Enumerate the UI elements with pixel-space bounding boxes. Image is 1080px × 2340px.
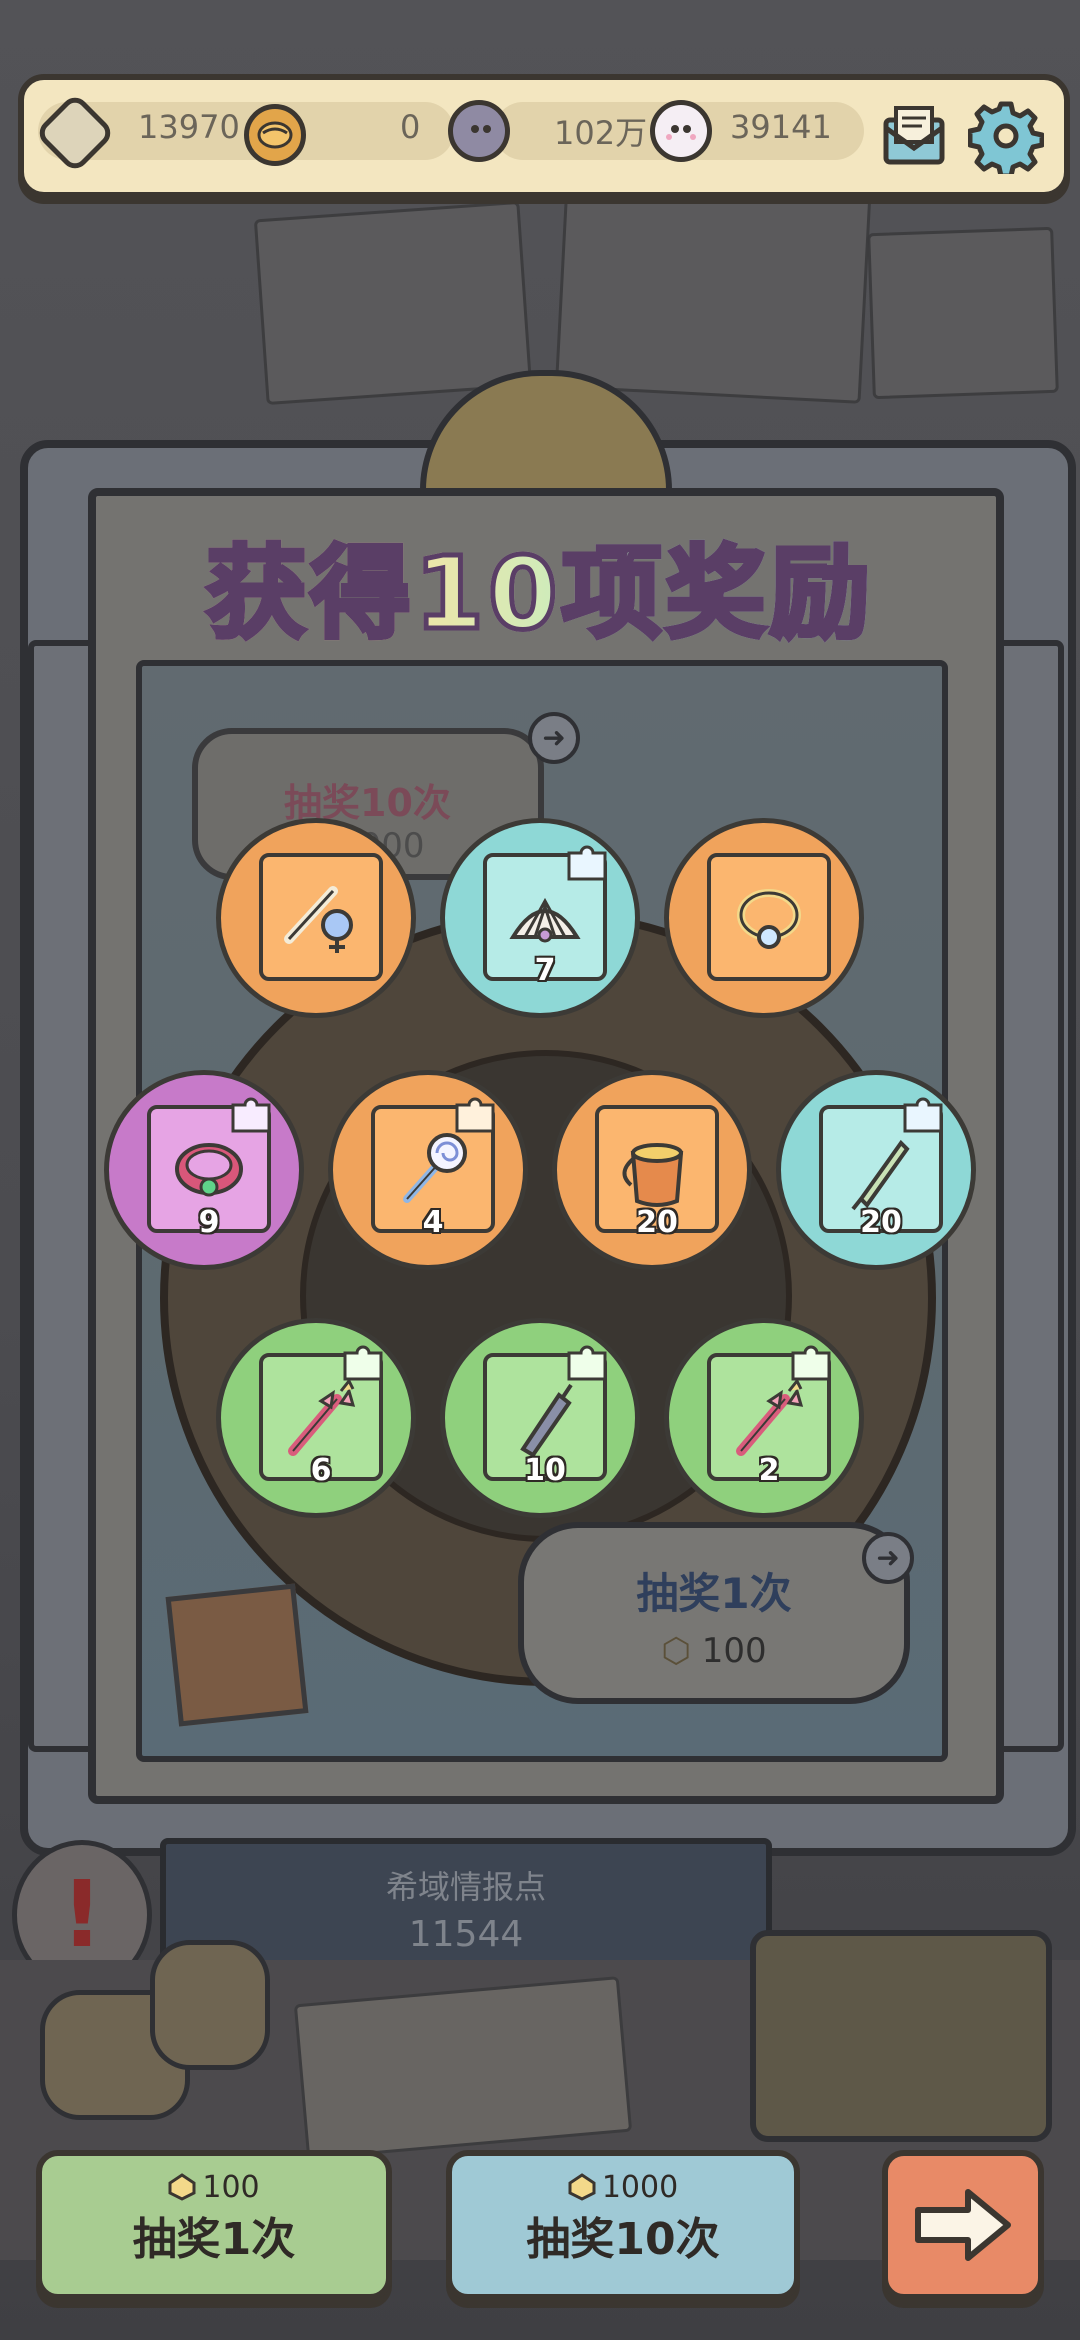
- reward-count: 9: [198, 1205, 220, 1240]
- reward-token[interactable]: 6: [216, 1318, 416, 1518]
- reward-count: 6: [310, 1453, 332, 1488]
- lollipop-wand-icon: [403, 1133, 467, 1203]
- reward-count: 7: [534, 953, 556, 988]
- gem-count: 13970: [138, 108, 240, 146]
- ornate-wand-icon: [284, 886, 353, 953]
- draw1-wheel-label: 抽奖1次: [636, 1569, 792, 1618]
- reward-count: 20: [860, 1205, 902, 1240]
- gem-bracelet-icon: [175, 1143, 243, 1197]
- reward-token[interactable]: 10: [440, 1318, 640, 1518]
- reward-token[interactable]: 9: [104, 1070, 304, 1270]
- arrow-right-icon: [915, 2189, 1011, 2261]
- reward-token[interactable]: 20: [776, 1070, 976, 1270]
- draw-ten-button[interactable]: 1000 抽奖10次: [446, 2150, 800, 2300]
- gem-icon: ⬡: [661, 1631, 691, 1671]
- reward-count: 20: [636, 1205, 678, 1240]
- arrow-right-icon: ➜: [528, 712, 580, 764]
- reward-token[interactable]: 4: [328, 1070, 528, 1270]
- draw-once-cost-value: 100: [202, 2170, 260, 2205]
- gear-icon[interactable]: [967, 98, 1045, 179]
- wall-paper: [253, 200, 533, 406]
- umbrella-icon: [851, 1139, 910, 1211]
- wall-paper: [554, 182, 872, 404]
- bow-wand-icon: [288, 1378, 356, 1456]
- reward-token[interactable]: [664, 818, 864, 1018]
- pearl-ring-icon: [737, 889, 801, 949]
- coin-icon: [244, 104, 306, 166]
- wall-paper: [867, 226, 1059, 400]
- draw-ten-label: 抽奖10次: [526, 2214, 720, 2265]
- paint-bucket-icon: [622, 1143, 684, 1207]
- gem-icon: [568, 2173, 596, 2201]
- draw-once-cost: 100: [42, 2170, 386, 2205]
- draw1-wheel-button: 抽奖1次 ⬡ 100 ➜: [518, 1522, 914, 1704]
- coin-count: 0: [400, 108, 421, 146]
- reward-count: 4: [422, 1205, 444, 1240]
- bow-wand-icon: [736, 1378, 804, 1456]
- reward-count: 2: [758, 1453, 780, 1488]
- stamp-card: [165, 1583, 309, 1727]
- draw-ten-cost-value: 1000: [601, 2170, 679, 2205]
- arrow-right-icon: ➜: [862, 1532, 914, 1584]
- closed-umbrella-icon: [520, 1383, 573, 1458]
- draw-ten-cost: 1000: [452, 2170, 794, 2205]
- next-button[interactable]: [882, 2150, 1044, 2300]
- reward-token[interactable]: 2: [664, 1318, 864, 1518]
- reward-token[interactable]: 20: [552, 1070, 752, 1270]
- reward-title: 获得10项奖励: [0, 512, 1080, 657]
- reward-count: 10: [524, 1453, 566, 1488]
- orb-icon: [448, 100, 510, 162]
- spirit-count: 39141: [730, 108, 832, 146]
- spirit-icon: [650, 100, 712, 162]
- draw1-wheel-cost-value: 100: [701, 1631, 767, 1671]
- mail-icon[interactable]: [876, 98, 952, 174]
- draw-once-label: 抽奖1次: [132, 2214, 296, 2265]
- intel-points-title: 希域情报点: [385, 1868, 546, 1906]
- draw-once-button[interactable]: 100 抽奖1次: [36, 2150, 392, 2300]
- scroll-prop: [150, 1940, 270, 2070]
- desk-papers: [293, 1976, 633, 2160]
- plant-box: [750, 1930, 1052, 2142]
- seashell-icon: [509, 897, 581, 943]
- orb-count: 102万: [554, 114, 648, 152]
- reward-token[interactable]: [216, 818, 416, 1018]
- gem-icon: [168, 2173, 196, 2201]
- draw1-wheel-cost: ⬡ 100: [524, 1631, 904, 1671]
- reward-token[interactable]: 7: [440, 818, 640, 1018]
- resource-bar: 13970 0 102万 39141: [18, 74, 1070, 198]
